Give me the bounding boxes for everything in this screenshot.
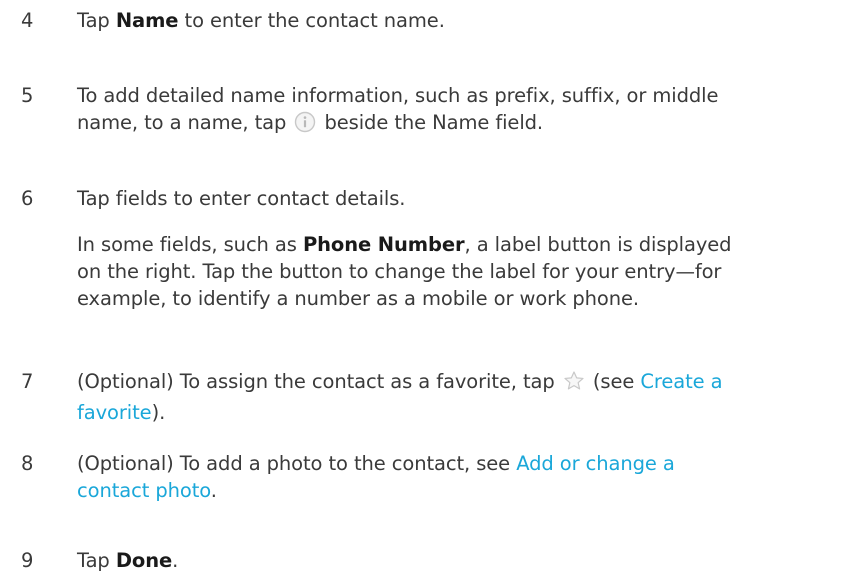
text-run: , a label button is displayed [464,233,732,256]
text-run: (see [586,370,641,393]
add-change-photo-link[interactable]: Add or change a [516,452,675,475]
ui-label-name: Name [115,9,179,32]
step-line: (Optional) To add a photo to the contact… [77,450,847,477]
text-run: Tap [77,549,116,572]
step-text: Tap Done. [77,547,847,574]
text-run: . [210,479,217,502]
step-line: In some fields, such as Phone Number, a … [77,231,847,258]
step-line: favorite). [77,399,847,426]
step-text: Tap Name to enter the contact name. [77,7,847,34]
create-favorite-link-cont[interactable]: favorite [77,401,152,424]
text-run: Tap [77,9,116,32]
step-number: 7 [21,370,34,393]
step-line: Tap Name to enter the contact name. [77,7,847,34]
info-icon [294,111,316,140]
step-note: In some fields, such as Phone Number, a … [77,231,847,312]
text-run: In some fields, such as [77,233,303,256]
instruction-page: 4 Tap Name to enter the contact name. 5 … [0,0,865,578]
step-line: (Optional) To assign the contact as a fa… [77,368,847,399]
step-line: name, to a name, tap beside the Name fie… [77,109,847,140]
step-text: Tap fields to enter contact details. In … [77,185,847,312]
text-run: to enter the contact name. [178,9,445,32]
step-number: 4 [21,9,34,32]
step-number: 9 [21,549,34,572]
step-text: (Optional) To add a photo to the contact… [77,450,847,504]
step-line: contact photo. [77,477,847,504]
ui-label-done: Done [115,549,173,572]
step-line: Tap Done. [77,547,847,574]
step-line: example, to identify a number as a mobil… [77,287,639,310]
step-text: (Optional) To assign the contact as a fa… [77,368,847,426]
step-number: 6 [21,187,34,210]
text-run: name, to a name, tap [77,111,293,134]
step-text: To add detailed name information, such a… [77,82,847,140]
text-run: . [172,549,179,572]
text-run: beside the Name field. [318,111,544,134]
step-line: Tap fields to enter contact details. [77,187,406,210]
create-favorite-link[interactable]: Create a [640,370,722,393]
step-line: on the right. Tap the button to change t… [77,260,722,283]
step-number: 8 [21,452,34,475]
text-run: (Optional) To add a photo to the contact… [77,452,517,475]
step-line: To add detailed name information, such a… [77,84,719,107]
ui-label-phone-number: Phone Number [302,233,465,256]
text-run: (Optional) To assign the contact as a fa… [77,370,561,393]
step-number: 5 [21,84,34,107]
star-icon [563,370,585,399]
add-change-photo-link-cont[interactable]: contact photo [77,479,211,502]
text-run: ). [151,401,166,424]
